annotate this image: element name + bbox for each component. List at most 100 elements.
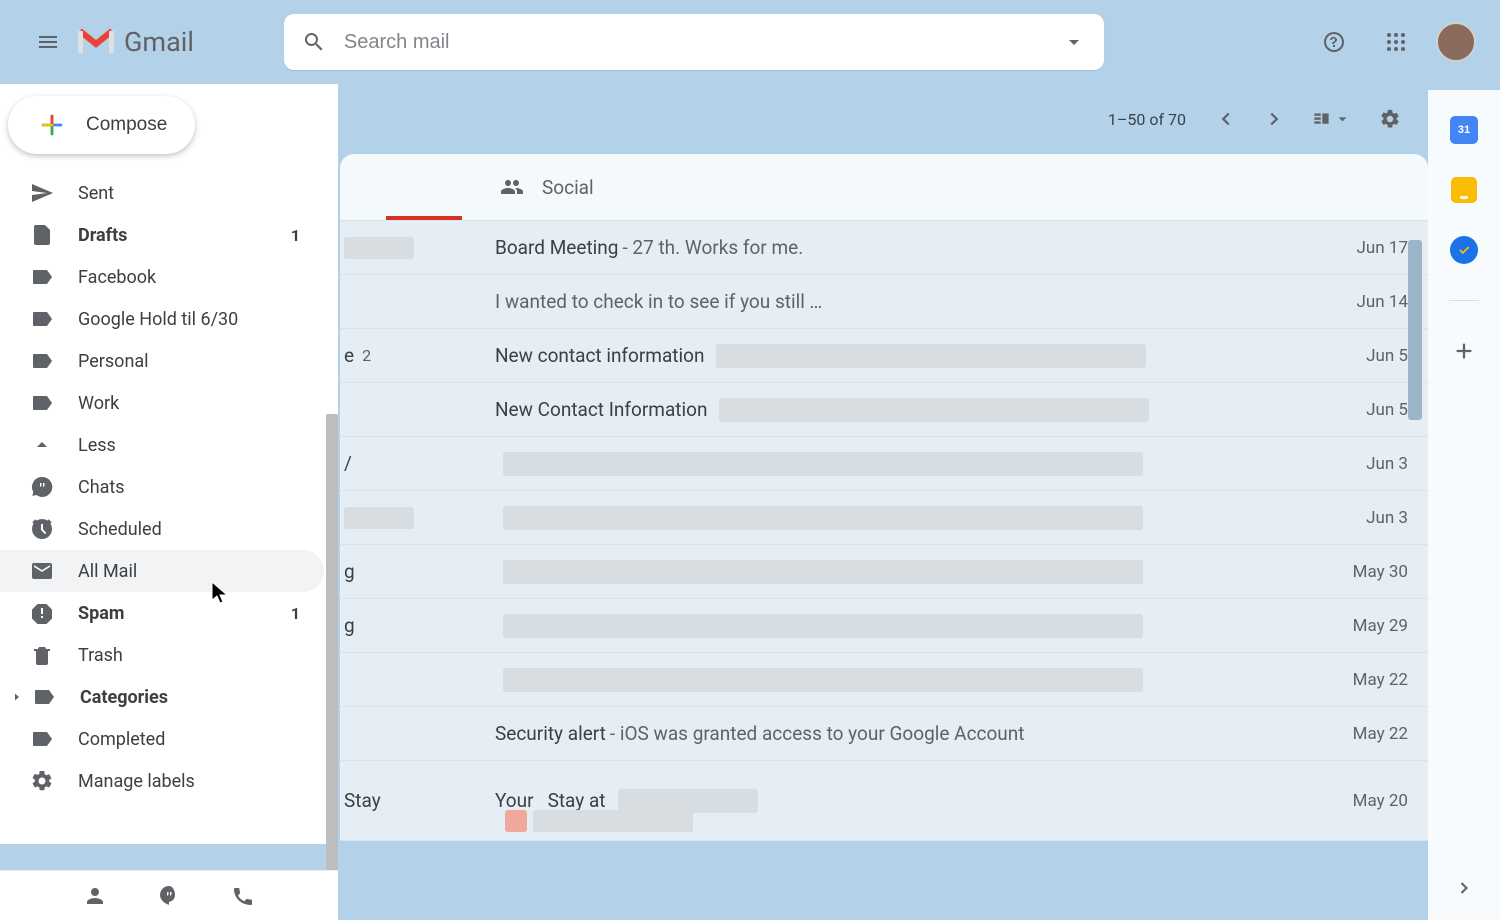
keep-icon bbox=[1451, 177, 1477, 203]
phone-button[interactable] bbox=[221, 874, 265, 918]
sidebar-item-label: Categories bbox=[80, 687, 300, 708]
keep-addon[interactable] bbox=[1448, 174, 1480, 206]
mail-row[interactable]: May 22 bbox=[340, 653, 1428, 707]
caret-right-icon bbox=[10, 691, 24, 703]
search-bar[interactable] bbox=[284, 14, 1104, 70]
account-avatar[interactable] bbox=[1436, 22, 1476, 62]
mail-row[interactable]: StayYourStay atMay 20 bbox=[340, 761, 1428, 841]
compose-button[interactable]: Compose bbox=[8, 96, 195, 154]
mail-subject: New contact information bbox=[495, 344, 704, 367]
mail-content: Security alert - iOS was granted access … bbox=[495, 722, 1337, 745]
mail-row[interactable]: gMay 29 bbox=[340, 599, 1428, 653]
mail-date: May 29 bbox=[1337, 616, 1408, 636]
sidebar-item-all-mail[interactable]: All Mail bbox=[0, 550, 324, 592]
drafts-icon bbox=[30, 223, 54, 247]
mail-content bbox=[495, 668, 1337, 692]
mail-row[interactable]: e2New contact informationJun 5 bbox=[340, 329, 1428, 383]
sidebar-item-completed[interactable]: Completed bbox=[0, 718, 324, 760]
settings-button[interactable] bbox=[1370, 99, 1410, 139]
mail-date: May 22 bbox=[1337, 670, 1408, 690]
search-input[interactable] bbox=[344, 31, 1062, 54]
label-icon bbox=[30, 391, 54, 415]
tab-social[interactable]: Social bbox=[500, 175, 594, 199]
primary-tab-indicator bbox=[386, 216, 462, 220]
sidebar-item-facebook[interactable]: Facebook bbox=[0, 256, 324, 298]
phone-icon bbox=[231, 884, 255, 908]
panel-divider bbox=[1449, 300, 1479, 301]
sent-icon bbox=[30, 181, 54, 205]
mail-snippet: - 27 th. Works for me. bbox=[622, 236, 803, 259]
sidebar-item-less[interactable]: Less bbox=[0, 424, 324, 466]
calendar-addon[interactable]: 31 bbox=[1448, 114, 1480, 146]
sidebar-item-spam[interactable]: Spam1 bbox=[0, 592, 324, 634]
mail-date: May 30 bbox=[1337, 562, 1408, 582]
sidebar-item-work[interactable]: Work bbox=[0, 382, 324, 424]
trash-icon bbox=[30, 643, 54, 667]
sidebar-item-label: Spam bbox=[78, 603, 291, 624]
sidebar-item-manage-labels[interactable]: Manage labels bbox=[0, 760, 324, 802]
mail-row[interactable]: New Contact InformationJun 5 bbox=[340, 383, 1428, 437]
mail-date: Jun 5 bbox=[1350, 346, 1408, 366]
header: Gmail bbox=[0, 0, 1500, 84]
sidebar-item-label: Completed bbox=[78, 729, 300, 750]
sidebar-list[interactable]: SentDrafts1 Facebook Google Hold til 6/30 P… bbox=[0, 166, 338, 844]
chevron-right-icon bbox=[1454, 878, 1474, 898]
mail-sender bbox=[340, 275, 490, 328]
sidebar-item-label: Personal bbox=[78, 351, 300, 372]
mail-row[interactable]: Board Meeting - 27 th. Works for me.Jun … bbox=[340, 221, 1428, 275]
split-pane-button[interactable] bbox=[1312, 99, 1352, 139]
mail-row[interactable]: Jun 3 bbox=[340, 491, 1428, 545]
prev-page-button[interactable] bbox=[1206, 99, 1246, 139]
sidebar-item-chats[interactable]: Chats bbox=[0, 466, 324, 508]
spam-icon bbox=[30, 601, 54, 625]
mail-sender bbox=[340, 491, 490, 544]
chevron-right-icon bbox=[1263, 108, 1285, 130]
split-pane-icon bbox=[1312, 108, 1331, 130]
category-tabs: Social bbox=[340, 154, 1428, 220]
sidebar-item-count: 1 bbox=[291, 226, 300, 245]
sidebar-item-label: Manage labels bbox=[78, 771, 300, 792]
list-toolbar: 1–50 of 70 bbox=[294, 84, 1428, 154]
support-button[interactable] bbox=[1312, 20, 1356, 64]
mail-date: Jun 17 bbox=[1341, 238, 1408, 258]
mail-content bbox=[495, 506, 1350, 530]
sidebar-item-personal[interactable]: Personal bbox=[0, 340, 324, 382]
mail-attachment[interactable] bbox=[505, 810, 693, 832]
hangouts-button[interactable] bbox=[147, 874, 191, 918]
sidebar-item-sent[interactable]: Sent bbox=[0, 172, 324, 214]
sidebar-item-categories[interactable]: Categories bbox=[0, 676, 324, 718]
mail-row[interactable]: gMay 30 bbox=[340, 545, 1428, 599]
google-apps-button[interactable] bbox=[1374, 20, 1418, 64]
mail-row[interactable]: /Jun 3 bbox=[340, 437, 1428, 491]
allmail-icon bbox=[30, 559, 54, 583]
main-menu-button[interactable] bbox=[24, 18, 72, 66]
mail-content: I wanted to check in to see if you still… bbox=[495, 290, 1341, 313]
plus-icon bbox=[36, 109, 68, 141]
mail-content bbox=[495, 614, 1337, 638]
mail-list[interactable]: Board Meeting - 27 th. Works for me.Jun … bbox=[340, 220, 1428, 841]
tasks-icon bbox=[1450, 236, 1478, 264]
mail-row[interactable]: Security alert - iOS was granted access … bbox=[340, 707, 1428, 761]
search-options-icon[interactable] bbox=[1062, 30, 1086, 54]
mail-row[interactable]: I wanted to check in to see if you still… bbox=[340, 275, 1428, 329]
mail-date: Jun 3 bbox=[1350, 454, 1408, 474]
sidebar-item-google-hold-til-6-30[interactable]: Google Hold til 6/30 bbox=[0, 298, 324, 340]
add-addon-button[interactable] bbox=[1448, 335, 1480, 367]
contacts-button[interactable] bbox=[73, 874, 117, 918]
hide-panel-button[interactable] bbox=[1448, 872, 1480, 904]
sidebar-item-label: Facebook bbox=[78, 267, 300, 288]
tasks-addon[interactable] bbox=[1448, 234, 1480, 266]
mail-subject: New Contact Information bbox=[495, 398, 707, 421]
sidebar-item-label: Scheduled bbox=[78, 519, 300, 540]
next-page-button[interactable] bbox=[1254, 99, 1294, 139]
tab-social-label: Social bbox=[542, 176, 594, 199]
gmail-logo[interactable]: Gmail bbox=[76, 26, 194, 58]
mail-sender bbox=[340, 221, 490, 274]
sidebar-scrollbar[interactable] bbox=[326, 414, 338, 884]
caret-down-icon bbox=[1333, 108, 1352, 130]
main-scrollbar[interactable] bbox=[1408, 240, 1422, 420]
sidebar-item-label: Less bbox=[78, 435, 300, 456]
sidebar-item-scheduled[interactable]: Scheduled bbox=[0, 508, 324, 550]
sidebar-item-trash[interactable]: Trash bbox=[0, 634, 324, 676]
sidebar-item-drafts[interactable]: Drafts1 bbox=[0, 214, 324, 256]
